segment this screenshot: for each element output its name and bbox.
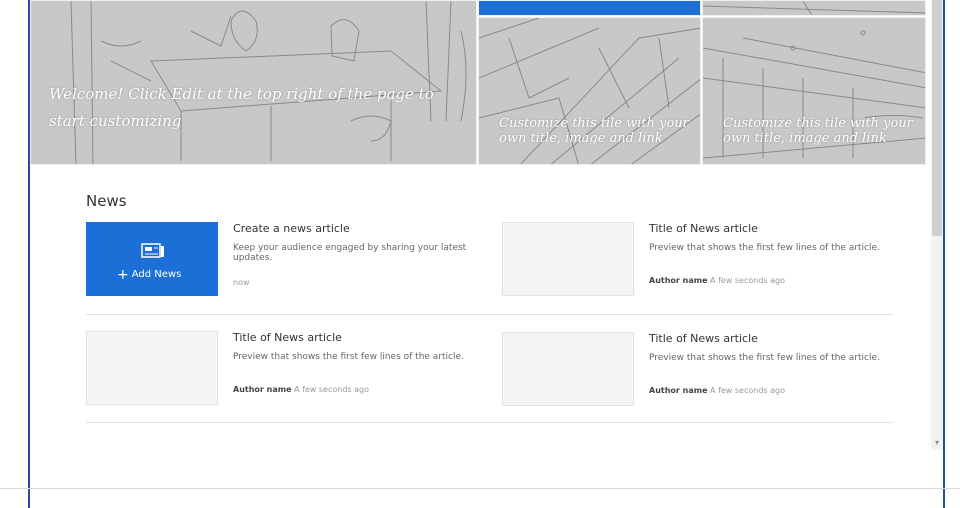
article-time: A few seconds ago: [294, 385, 370, 394]
news-section-title: News: [86, 192, 127, 210]
sketch-image: [703, 1, 925, 15]
news-row-divider: [86, 314, 893, 315]
article-thumbnail[interactable]: [502, 222, 634, 296]
article-time: A few seconds ago: [710, 386, 786, 395]
hero-tile-b-caption: Customize this tile with your own title,…: [723, 116, 913, 146]
scroll-down-icon[interactable]: ▾: [932, 438, 942, 448]
article-title[interactable]: Title of News article: [649, 222, 758, 235]
hero-tile-a[interactable]: Customize this tile with your own title,…: [478, 17, 701, 165]
news-icon: [141, 243, 164, 258]
news-row-divider: [86, 422, 893, 423]
footer-divider: [0, 488, 960, 489]
article-time: A few seconds ago: [710, 276, 786, 285]
page-frame-right: [943, 0, 945, 508]
article-meta: Author name A few seconds ago: [649, 276, 785, 285]
hero-tile-b[interactable]: Customize this tile with your own title,…: [702, 17, 926, 165]
article-preview: Preview that shows the first few lines o…: [649, 353, 880, 363]
article-preview: Preview that shows the first few lines o…: [649, 243, 880, 253]
add-news-button[interactable]: + Add News: [86, 222, 218, 296]
add-news-label: + Add News: [117, 267, 182, 283]
create-news-time: now: [233, 278, 250, 287]
hero-tile-blue[interactable]: [478, 0, 701, 16]
news-article-card[interactable]: Title of News article Preview that shows…: [502, 332, 892, 408]
create-news-description: Keep your audience engaged by sharing yo…: [233, 243, 467, 263]
create-news-card[interactable]: + Add News Create a news article Keep you…: [86, 222, 476, 298]
article-thumbnail[interactable]: [502, 332, 634, 406]
article-thumbnail[interactable]: [86, 331, 218, 405]
hero-tiles: Welcome! Click Edit at the top right of …: [30, 0, 926, 165]
hero-tile-top-right[interactable]: [702, 0, 926, 16]
hero-main-caption: Welcome! Click Edit at the top right of …: [49, 85, 434, 130]
article-title[interactable]: Title of News article: [233, 331, 342, 344]
article-meta: Author name A few seconds ago: [649, 386, 785, 395]
create-news-title[interactable]: Create a news article: [233, 222, 350, 235]
article-preview: Preview that shows the first few lines o…: [233, 352, 464, 362]
hero-tile-main[interactable]: Welcome! Click Edit at the top right of …: [30, 0, 477, 165]
news-article-card[interactable]: Title of News article Preview that shows…: [86, 331, 476, 407]
article-author[interactable]: Author name: [649, 276, 708, 285]
plus-icon: +: [117, 267, 129, 283]
scrollbar-thumb[interactable]: [932, 0, 942, 236]
article-author[interactable]: Author name: [233, 385, 292, 394]
article-meta: Author name A few seconds ago: [233, 385, 369, 394]
hero-tile-a-caption: Customize this tile with your own title,…: [499, 116, 689, 146]
article-author[interactable]: Author name: [649, 386, 708, 395]
article-title[interactable]: Title of News article: [649, 332, 758, 345]
news-article-card[interactable]: Title of News article Preview that shows…: [502, 222, 892, 298]
